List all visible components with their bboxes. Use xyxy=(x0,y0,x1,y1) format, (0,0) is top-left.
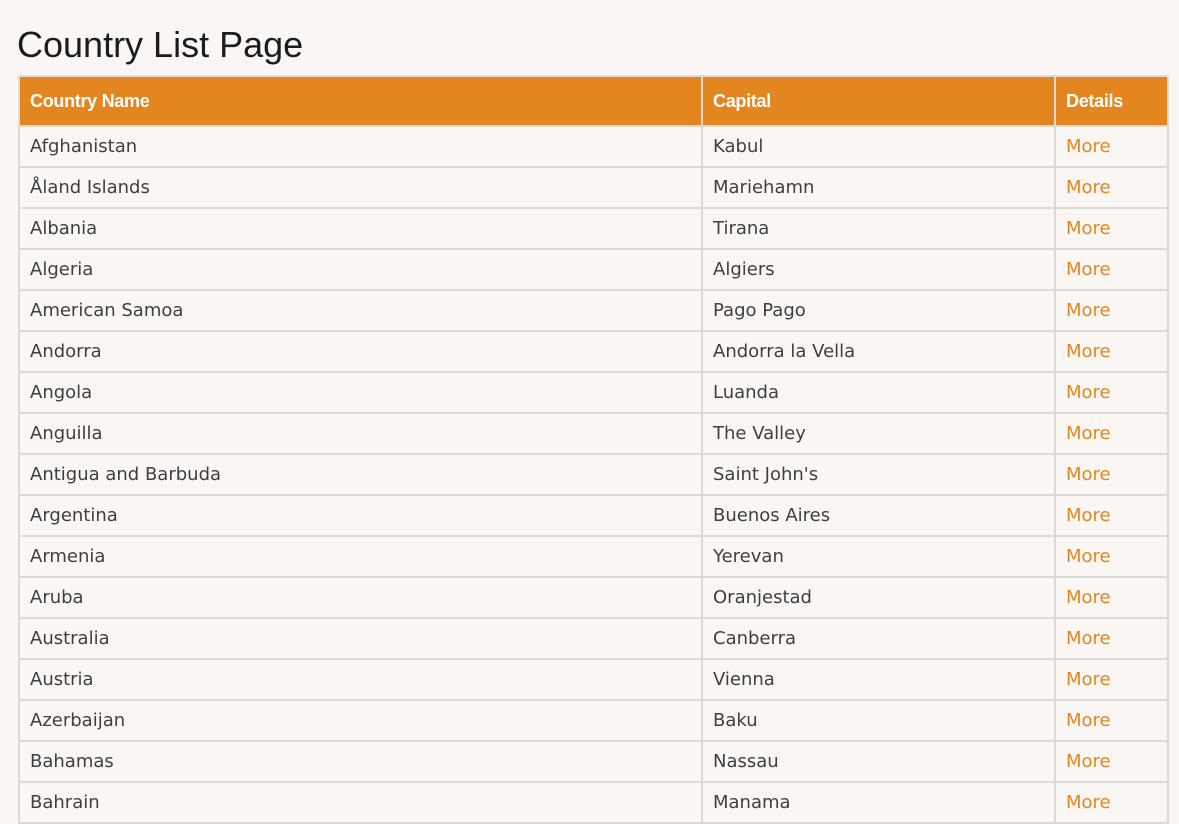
more-link[interactable]: More xyxy=(1066,136,1111,157)
capital-cell: Nassau xyxy=(701,740,1056,783)
table-row: American Samoa Pago Pago More xyxy=(18,289,1169,332)
capital-cell: Yerevan xyxy=(701,535,1056,578)
country-name-cell: Austria xyxy=(18,658,703,701)
table-row: Bahrain Manama More xyxy=(18,781,1169,824)
table-row: Angola Luanda More xyxy=(18,371,1169,414)
more-link[interactable]: More xyxy=(1066,587,1111,608)
column-header-country-name: Country Name xyxy=(18,75,703,127)
column-header-capital: Capital xyxy=(701,75,1056,127)
more-link[interactable]: More xyxy=(1066,546,1111,567)
capital-cell: Manama xyxy=(701,781,1056,824)
details-cell: More xyxy=(1054,535,1169,578)
capital-cell: Oranjestad xyxy=(701,576,1056,619)
country-name-cell: Azerbaijan xyxy=(18,699,703,742)
more-link[interactable]: More xyxy=(1066,792,1111,813)
capital-cell: Vienna xyxy=(701,658,1056,701)
capital-cell: Algiers xyxy=(701,248,1056,291)
details-cell: More xyxy=(1054,494,1169,537)
country-name-cell: Aruba xyxy=(18,576,703,619)
table-body: Afghanistan Kabul More Åland Islands Mar… xyxy=(18,125,1169,824)
capital-cell: Buenos Aires xyxy=(701,494,1056,537)
capital-cell: Mariehamn xyxy=(701,166,1056,209)
table-row: Antigua and Barbuda Saint John's More xyxy=(18,453,1169,496)
details-cell: More xyxy=(1054,207,1169,250)
country-name-cell: Angola xyxy=(18,371,703,414)
more-link[interactable]: More xyxy=(1066,751,1111,772)
country-name-cell: Anguilla xyxy=(18,412,703,455)
country-name-cell: Australia xyxy=(18,617,703,660)
table-row: Algeria Algiers More xyxy=(18,248,1169,291)
capital-cell: Kabul xyxy=(701,125,1056,168)
table-row: Åland Islands Mariehamn More xyxy=(18,166,1169,209)
capital-cell: Saint John's xyxy=(701,453,1056,496)
more-link[interactable]: More xyxy=(1066,710,1111,731)
more-link[interactable]: More xyxy=(1066,341,1111,362)
capital-cell: Canberra xyxy=(701,617,1056,660)
country-name-cell: Armenia xyxy=(18,535,703,578)
country-name-cell: Bahamas xyxy=(18,740,703,783)
table-row: Armenia Yerevan More xyxy=(18,535,1169,578)
details-cell: More xyxy=(1054,166,1169,209)
more-link[interactable]: More xyxy=(1066,505,1111,526)
more-link[interactable]: More xyxy=(1066,382,1111,403)
page-title: Country List Page xyxy=(17,24,304,65)
details-cell: More xyxy=(1054,248,1169,291)
details-cell: More xyxy=(1054,740,1169,783)
capital-cell: Luanda xyxy=(701,371,1056,414)
country-table: Country Name Capital Details Afghanistan… xyxy=(18,75,1169,824)
more-link[interactable]: More xyxy=(1066,423,1111,444)
country-name-cell: Albania xyxy=(18,207,703,250)
details-cell: More xyxy=(1054,412,1169,455)
table-row: Afghanistan Kabul More xyxy=(18,125,1169,168)
country-list-page: Country List Page Country Name Capital D… xyxy=(0,0,1179,824)
table-row: Albania Tirana More xyxy=(18,207,1169,250)
country-name-cell: Antigua and Barbuda xyxy=(18,453,703,496)
table-row: Australia Canberra More xyxy=(18,617,1169,660)
country-name-cell: Afghanistan xyxy=(18,125,703,168)
header-row: Country Name Capital Details xyxy=(18,75,1169,127)
table-row: Andorra Andorra la Vella More xyxy=(18,330,1169,373)
country-name-cell: Andorra xyxy=(18,330,703,373)
details-cell: More xyxy=(1054,371,1169,414)
more-link[interactable]: More xyxy=(1066,218,1111,239)
details-cell: More xyxy=(1054,658,1169,701)
table-header: Country Name Capital Details xyxy=(18,75,1169,127)
details-cell: More xyxy=(1054,125,1169,168)
capital-cell: Tirana xyxy=(701,207,1056,250)
capital-cell: Baku xyxy=(701,699,1056,742)
table-row: Argentina Buenos Aires More xyxy=(18,494,1169,537)
details-cell: More xyxy=(1054,289,1169,332)
more-link[interactable]: More xyxy=(1066,177,1111,198)
country-name-cell: American Samoa xyxy=(18,289,703,332)
capital-cell: The Valley xyxy=(701,412,1056,455)
details-cell: More xyxy=(1054,617,1169,660)
column-header-details: Details xyxy=(1054,75,1169,127)
more-link[interactable]: More xyxy=(1066,300,1111,321)
details-cell: More xyxy=(1054,699,1169,742)
table-row: Austria Vienna More xyxy=(18,658,1169,701)
capital-cell: Andorra la Vella xyxy=(701,330,1056,373)
country-name-cell: Åland Islands xyxy=(18,166,703,209)
details-cell: More xyxy=(1054,453,1169,496)
capital-cell: Pago Pago xyxy=(701,289,1056,332)
details-cell: More xyxy=(1054,781,1169,824)
table-row: Azerbaijan Baku More xyxy=(18,699,1169,742)
table-row: Anguilla The Valley More xyxy=(18,412,1169,455)
details-cell: More xyxy=(1054,576,1169,619)
more-link[interactable]: More xyxy=(1066,669,1111,690)
more-link[interactable]: More xyxy=(1066,259,1111,280)
details-cell: More xyxy=(1054,330,1169,373)
country-name-cell: Bahrain xyxy=(18,781,703,824)
country-name-cell: Argentina xyxy=(18,494,703,537)
country-name-cell: Algeria xyxy=(18,248,703,291)
more-link[interactable]: More xyxy=(1066,464,1111,485)
table-row: Aruba Oranjestad More xyxy=(18,576,1169,619)
more-link[interactable]: More xyxy=(1066,628,1111,649)
table-row: Bahamas Nassau More xyxy=(18,740,1169,783)
